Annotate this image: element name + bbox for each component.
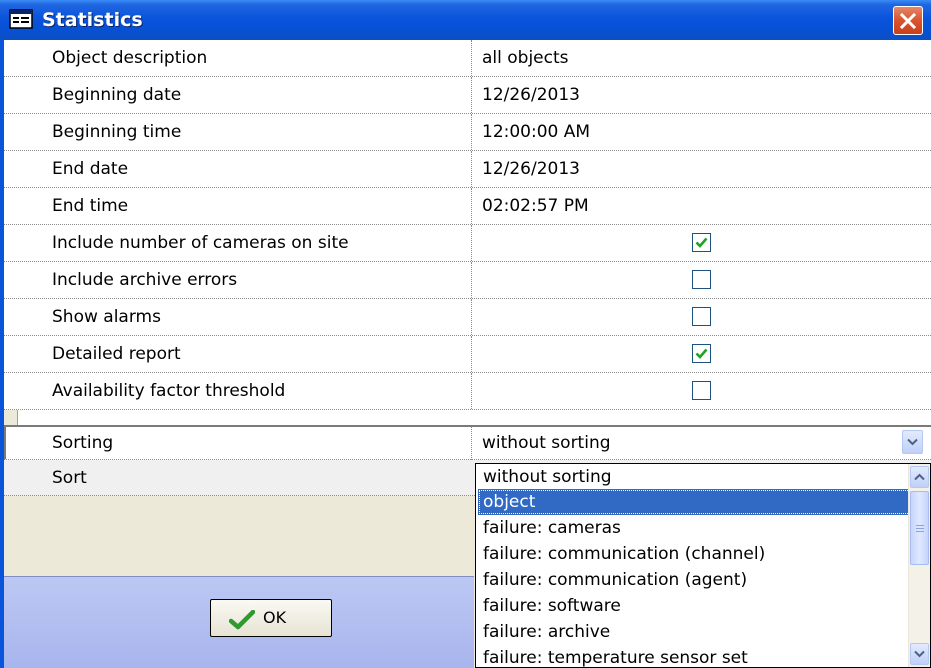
column-separator — [471, 77, 472, 113]
property-label: Beginning time — [52, 122, 182, 142]
window-icon — [9, 9, 33, 29]
ok-label: OK — [263, 608, 287, 627]
dropdown-option-selected[interactable]: object — [478, 489, 913, 515]
column-separator — [471, 188, 472, 224]
property-row-include-cameras[interactable]: Include number of cameras on site — [4, 225, 931, 262]
checkmark-icon — [229, 610, 255, 630]
dialog-body — [4, 502, 474, 576]
grip-line — [916, 528, 924, 529]
chevron-down-icon — [907, 438, 918, 446]
property-row-object-description[interactable]: Object description all objects — [4, 40, 931, 77]
column-separator — [471, 114, 472, 150]
sorting-select-value[interactable]: without sorting — [482, 427, 611, 460]
property-label: Include number of cameras on site — [52, 233, 349, 253]
property-row-beginning-date[interactable]: Beginning date 12/26/2013 — [4, 77, 931, 114]
property-label: Object description — [52, 48, 208, 68]
statistics-dialog: Statistics Object description all object… — [0, 0, 931, 668]
property-row-detailed-report[interactable]: Detailed report — [4, 336, 931, 373]
property-row-end-time[interactable]: End time 02:02:57 PM — [4, 188, 931, 225]
checkmark-icon — [695, 348, 708, 359]
dropdown-option[interactable]: failure: software — [478, 593, 913, 619]
property-row-include-archive-errors[interactable]: Include archive errors — [4, 262, 931, 299]
property-label: Detailed report — [52, 344, 181, 364]
property-value[interactable]: all objects — [482, 40, 569, 76]
include-cameras-checkbox[interactable] — [692, 233, 711, 252]
property-label: Sort — [52, 468, 87, 488]
window-title: Statistics — [42, 9, 143, 31]
scrollbar-thumb[interactable] — [910, 491, 929, 565]
chevron-up-icon — [914, 473, 925, 481]
column-separator — [471, 40, 472, 76]
grip-line — [916, 531, 924, 532]
column-separator — [471, 225, 472, 261]
close-button[interactable] — [893, 6, 923, 35]
column-separator — [471, 336, 472, 372]
ok-button[interactable]: OK — [210, 599, 332, 637]
sorting-dropdown-list[interactable]: without sorting object failure: cameras … — [475, 463, 931, 668]
property-row-sorting[interactable]: Sorting without sorting — [4, 425, 931, 460]
dropdown-option[interactable]: failure: cameras — [478, 515, 913, 541]
column-separator — [471, 299, 472, 335]
dropdown-option[interactable]: failure: archive — [478, 619, 913, 645]
property-row-beginning-time[interactable]: Beginning time 12:00:00 AM — [4, 114, 931, 151]
property-label: Sorting — [52, 433, 114, 453]
show-alarms-checkbox[interactable] — [692, 307, 711, 326]
property-value[interactable]: 12:00:00 AM — [482, 114, 590, 150]
grip-line — [916, 525, 924, 526]
property-label: Include archive errors — [52, 270, 238, 290]
include-archive-errors-checkbox[interactable] — [692, 270, 711, 289]
column-separator — [471, 427, 472, 460]
property-row-end-date[interactable]: End date 12/26/2013 — [4, 151, 931, 188]
scroll-down-button[interactable] — [910, 643, 929, 665]
property-label: Beginning date — [52, 85, 182, 105]
property-grid: Object description all objects Beginning… — [4, 40, 931, 496]
property-value[interactable]: 12/26/2013 — [482, 77, 580, 113]
property-value[interactable]: 02:02:57 PM — [482, 188, 589, 224]
close-icon — [899, 12, 917, 30]
sorting-dropdown-button[interactable] — [902, 430, 923, 454]
property-label: End time — [52, 196, 129, 216]
column-separator — [471, 373, 472, 409]
property-label: Availability factor threshold — [52, 381, 286, 401]
dropdown-option[interactable]: without sorting — [478, 464, 913, 490]
chevron-down-icon — [914, 650, 925, 658]
scroll-up-button[interactable] — [910, 466, 929, 488]
detailed-report-checkbox[interactable] — [692, 344, 711, 363]
column-separator — [471, 262, 472, 298]
dropdown-option[interactable]: failure: communication (channel) — [478, 541, 913, 567]
column-separator — [471, 151, 472, 187]
dropdown-option[interactable]: failure: temperature sensor set — [478, 645, 913, 667]
property-row-show-alarms[interactable]: Show alarms — [4, 299, 931, 336]
checkmark-icon — [695, 237, 708, 248]
property-label: End date — [52, 159, 129, 179]
dropdown-option[interactable]: failure: communication (agent) — [478, 567, 913, 593]
property-label: Show alarms — [52, 307, 161, 327]
availability-threshold-checkbox[interactable] — [692, 381, 711, 400]
property-value[interactable]: 12/26/2013 — [482, 151, 580, 187]
title-bar[interactable]: Statistics — [0, 0, 931, 40]
property-row-availability-threshold[interactable]: Availability factor threshold — [4, 373, 931, 410]
